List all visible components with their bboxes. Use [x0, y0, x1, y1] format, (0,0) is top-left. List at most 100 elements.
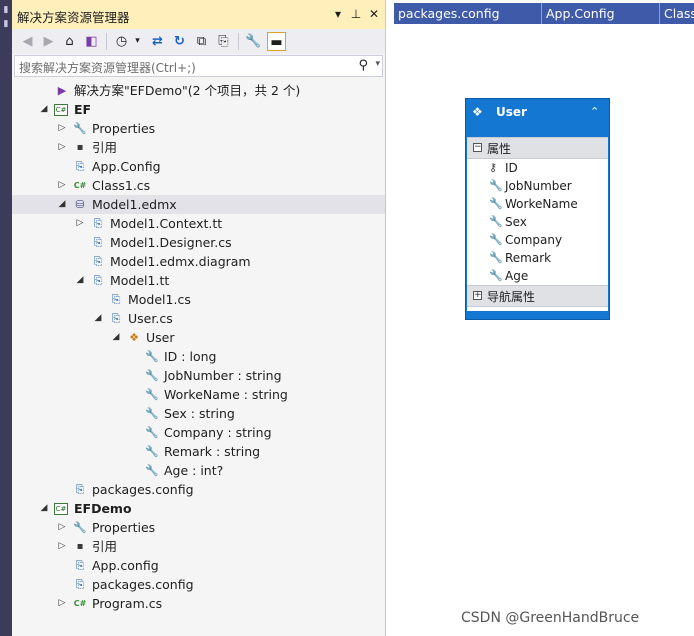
tree-item[interactable]: ⎘ Model1.edmx.diagram	[12, 252, 385, 271]
tree-item-label: Company : string	[164, 425, 272, 440]
navigation-section-label: 导航属性	[487, 290, 536, 304]
tree-item[interactable]: ◢ ⎘ Model1.tt	[12, 271, 385, 290]
config-file-icon: ⎘	[75, 483, 85, 496]
entity-property-row[interactable]: 🔧 JobNumber	[467, 178, 608, 196]
collapsed-triangle-icon[interactable]: ▷	[56, 176, 68, 195]
property-wrench-icon: 🔧	[145, 350, 159, 363]
tree-item-label: Model1.cs	[128, 292, 191, 307]
tt-file-icon: ⎘	[93, 274, 103, 287]
show-all-files-icon[interactable]: ⎘	[214, 32, 233, 51]
forward-icon[interactable]: ▶	[39, 32, 58, 51]
collapse-chevron-up-icon[interactable]: ⌃	[590, 105, 599, 118]
entity-property-row[interactable]: 🔧 Age	[467, 268, 608, 286]
expanded-triangle-icon[interactable]: ◢	[56, 195, 68, 214]
tree-item-label: User	[146, 330, 175, 345]
entity-property-row[interactable]: 🔧 WorkeName	[467, 196, 608, 214]
property-wrench-icon: 🔧	[145, 464, 159, 477]
collapse-minus-icon[interactable]: −	[473, 143, 482, 152]
sync-with-document-icon[interactable]: ⇄	[148, 32, 167, 51]
expanded-triangle-icon[interactable]: ◢	[74, 271, 86, 290]
close-icon[interactable]: ✕	[366, 6, 382, 22]
tree-item[interactable]: 🔧 WorkeName : string	[12, 385, 385, 404]
dock-tab-icon[interactable]: ▮	[1, 18, 11, 30]
tree-item[interactable]: ◢ ⛁ Model1.edmx	[12, 195, 385, 214]
collapsed-triangle-icon[interactable]: ▷	[74, 214, 86, 233]
tree-item[interactable]: ⎘ App.config	[12, 556, 385, 575]
tree-item[interactable]: ⎘ Model1.cs	[12, 290, 385, 309]
tree-item[interactable]: 🔧 Sex : string	[12, 404, 385, 423]
property-wrench-icon: 🔧	[489, 251, 503, 264]
collapsed-triangle-icon[interactable]: ▷	[56, 119, 68, 138]
tree-item[interactable]: ⎘ Model1.Designer.cs	[12, 233, 385, 252]
tree-item-label: Model1.Designer.cs	[110, 235, 232, 250]
chevron-down-icon[interactable]: ▾	[128, 32, 147, 51]
toolbar-separator	[238, 33, 239, 50]
toolbar-separator	[106, 33, 107, 50]
home-icon[interactable]: ⌂	[60, 32, 79, 51]
tree-item-label: Properties	[92, 121, 156, 136]
tree-item[interactable]: ▷ ▪ 引用	[12, 138, 385, 157]
tree-item[interactable]: ⎘ packages.config	[12, 480, 385, 499]
search-icon[interactable]: ⚲	[358, 58, 368, 73]
properties-section-header[interactable]: − 属性	[467, 137, 608, 159]
tree-item-label: packages.config	[92, 577, 194, 592]
tree-item[interactable]: ▷ ▪ 引用	[12, 537, 385, 556]
tree-item[interactable]: ◢ C# EF	[12, 100, 385, 119]
tree-item[interactable]: ▷ C# Class1.cs	[12, 176, 385, 195]
dock-tab-icon[interactable]: ▮	[1, 4, 11, 16]
refresh-icon[interactable]: ↻	[170, 32, 189, 51]
properties-wrench-icon[interactable]: 🔧	[244, 32, 263, 51]
collapsed-triangle-icon[interactable]: ▷	[56, 594, 68, 613]
expand-plus-icon[interactable]: +	[473, 291, 482, 300]
tree-item[interactable]: 🔧 JobNumber : string	[12, 366, 385, 385]
expanded-triangle-icon[interactable]: ◢	[38, 499, 50, 518]
collapsed-triangle-icon[interactable]: ▷	[56, 537, 68, 556]
entity-property-row[interactable]: 🔧 Company	[467, 232, 608, 250]
entity-property-row[interactable]: 🔧 Remark	[467, 250, 608, 268]
tree-item[interactable]: 🔧 Age : int?	[12, 461, 385, 480]
chevron-down-icon[interactable]: ▾	[375, 59, 380, 69]
tree-item[interactable]: ▷ C# Program.cs	[12, 594, 385, 613]
tab-app-config[interactable]: App.Config	[542, 3, 660, 24]
tree-item[interactable]: 🔧 Remark : string	[12, 442, 385, 461]
collapsed-triangle-icon[interactable]: ▷	[56, 518, 68, 537]
collapse-all-icon[interactable]: ⧉	[192, 32, 211, 51]
navigation-section-header[interactable]: + 导航属性	[467, 285, 608, 307]
tree-item[interactable]: ▷ ⎘ Model1.Context.tt	[12, 214, 385, 233]
preview-selected-items-icon[interactable]: ▬	[267, 32, 286, 51]
tree-item[interactable]: ◢ ⎘ User.cs	[12, 309, 385, 328]
tree-item[interactable]: ⎘ App.Config	[12, 157, 385, 176]
tree-item-label: App.config	[92, 558, 159, 573]
pin-icon[interactable]: ⊥	[348, 6, 364, 22]
expanded-triangle-icon[interactable]: ◢	[38, 100, 50, 119]
entity-property-row[interactable]: 🔧 Sex	[467, 214, 608, 232]
tree-item-label: Model1.edmx	[92, 197, 177, 212]
tab-class[interactable]: Class	[660, 3, 694, 24]
collapsed-triangle-icon[interactable]: ▷	[56, 138, 68, 157]
property-wrench-icon: 🔧	[489, 179, 503, 192]
expanded-triangle-icon[interactable]: ◢	[110, 328, 122, 347]
tree-item[interactable]: ◢ C# EFDemo	[12, 499, 385, 518]
wrench-icon: 🔧	[73, 122, 87, 135]
tab-packages-config[interactable]: packages.config	[394, 3, 542, 24]
tt-file-icon: ⎘	[93, 217, 103, 230]
expanded-triangle-icon[interactable]: ◢	[92, 309, 104, 328]
entity-property-row[interactable]: ⚷ ID	[467, 160, 608, 178]
tree-item[interactable]: 🔧 ID : long	[12, 347, 385, 366]
solution-explorer-search-input[interactable]: 搜索解决方案资源管理器(Ctrl+;) ⚲ ▾	[14, 55, 383, 77]
tree-item-label: Properties	[92, 520, 156, 535]
tree-item[interactable]: ▶ 解决方案"EFDemo"(2 个项目，共 2 个)	[12, 81, 385, 100]
references-icon: ▪	[76, 142, 84, 153]
back-icon[interactable]: ◀	[18, 32, 37, 51]
switch-views-icon[interactable]: ◧	[82, 32, 101, 51]
tree-item[interactable]: 🔧 Company : string	[12, 423, 385, 442]
entity-header[interactable]: ❖ User ⌃	[466, 99, 609, 137]
tree-item[interactable]: ▷ 🔧 Properties	[12, 518, 385, 537]
property-wrench-icon: 🔧	[489, 215, 503, 228]
properties-section-label: 属性	[487, 142, 512, 156]
tree-item[interactable]: ⎘ packages.config	[12, 575, 385, 594]
tree-item[interactable]: ▷ 🔧 Properties	[12, 119, 385, 138]
entity-user-shape[interactable]: ❖ User ⌃ − 属性 ⚷ ID 🔧 JobNumber 🔧 WorkeName 🔧 Se…	[465, 98, 610, 320]
window-position-dropdown-icon[interactable]: ▾	[330, 6, 346, 22]
tree-item[interactable]: ◢ ❖ User	[12, 328, 385, 347]
